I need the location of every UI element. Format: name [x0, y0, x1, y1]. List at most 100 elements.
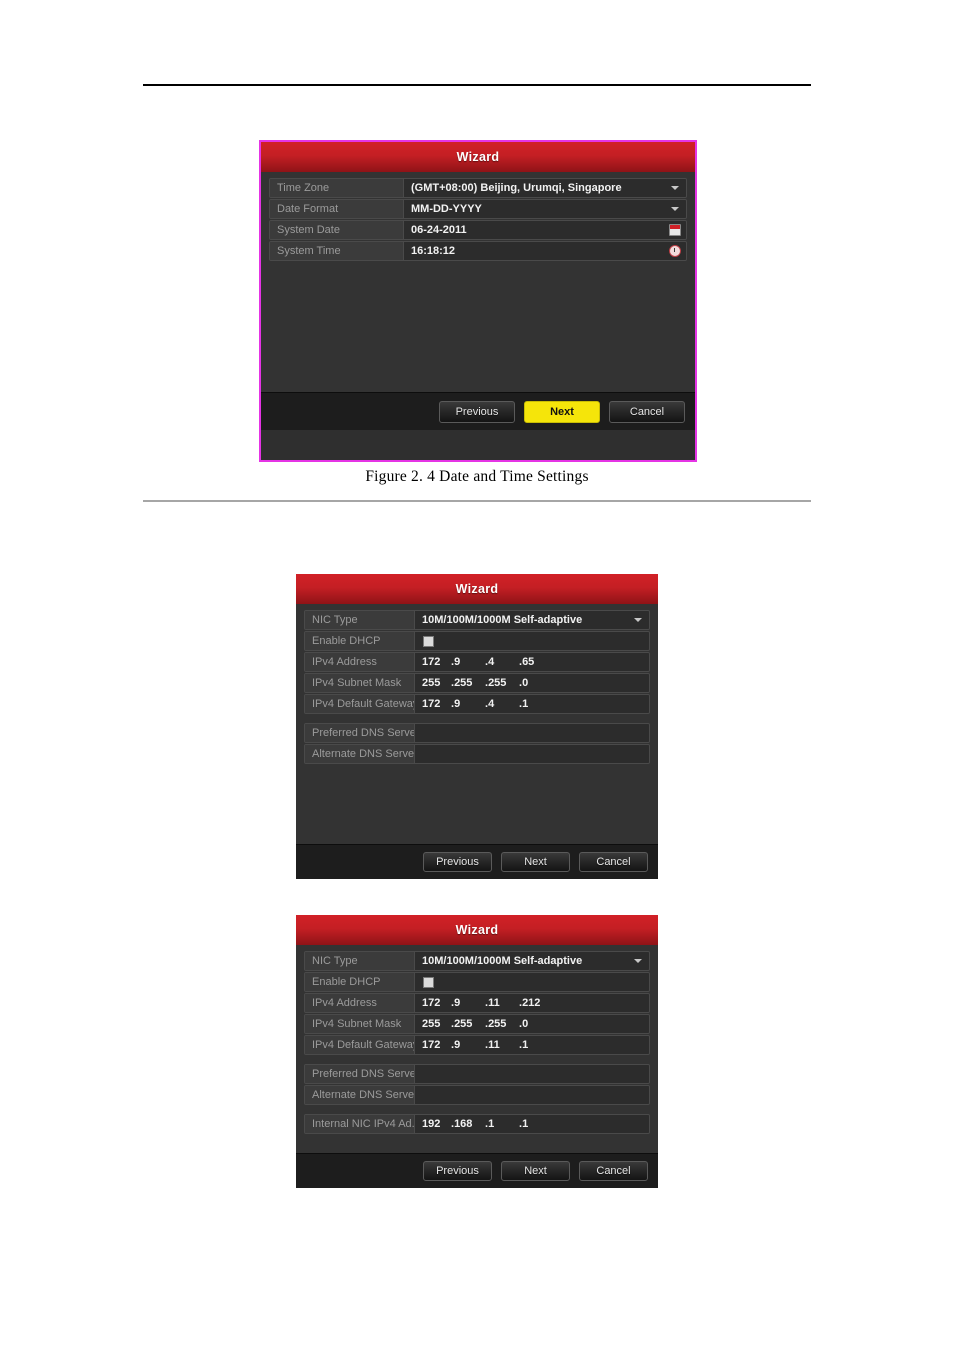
row-enable-dhcp: Enable DHCP [304, 972, 650, 992]
wizard-title-text: Wizard [455, 582, 499, 596]
field-preferred-dns[interactable] [415, 1065, 649, 1083]
value-time-zone: (GMT+08:00) Beijing, Urumqi, Singapore [411, 182, 622, 194]
previous-button[interactable]: Previous [439, 400, 515, 423]
clock-icon[interactable] [669, 245, 681, 257]
label-time-zone: Time Zone [270, 179, 404, 197]
next-button[interactable]: Next [501, 1161, 570, 1181]
label-ipv4-address: IPv4 Address [305, 653, 415, 671]
next-button[interactable]: Next [501, 852, 570, 872]
ipv4-subnet-octet-1[interactable]: 255 [422, 677, 451, 689]
ipv4-subnet-octet-2[interactable]: .255 [451, 1018, 485, 1030]
ipv4-subnet-octet-1[interactable]: 255 [422, 1018, 451, 1030]
label-ipv4-address: IPv4 Address [305, 994, 415, 1012]
field-system-date[interactable]: 06-24-2011 [404, 221, 686, 239]
cancel-button[interactable]: Cancel [579, 852, 648, 872]
chevron-down-icon[interactable] [671, 186, 679, 190]
row-alternate-dns: Alternate DNS Server [304, 1085, 650, 1105]
label-date-format: Date Format [270, 200, 404, 218]
wizard-dialog-date-time: Wizard Time Zone (GMT+08:00) Beijing, Ur… [259, 140, 697, 462]
field-internal-nic-ipv4[interactable]: 192 .168 .1 .1 [415, 1115, 649, 1133]
ipv4-address-octet-4[interactable]: .65 [519, 656, 553, 668]
ipv4-gateway-octet-3[interactable]: .11 [485, 1039, 519, 1051]
chevron-down-icon[interactable] [671, 207, 679, 211]
label-preferred-dns: Preferred DNS Server [305, 1065, 415, 1083]
label-enable-dhcp: Enable DHCP [305, 632, 415, 650]
cancel-button[interactable]: Cancel [579, 1161, 648, 1181]
wizard-body: NIC Type 10M/100M/1000M Self-adaptive En… [296, 945, 658, 1153]
wizard-title-text: Wizard [455, 923, 499, 937]
previous-button[interactable]: Previous [423, 1161, 492, 1181]
cancel-button[interactable]: Cancel [609, 400, 685, 423]
ipv4-address-octet-3[interactable]: .11 [485, 997, 519, 1009]
internal-nic-octet-3[interactable]: .1 [485, 1118, 519, 1130]
internal-nic-octet-4[interactable]: .1 [519, 1118, 553, 1130]
field-ipv4-default-gateway[interactable]: 172 .9 .4 .1 [415, 695, 649, 713]
wizard-body: NIC Type 10M/100M/1000M Self-adaptive En… [296, 604, 658, 844]
value-nic-type: 10M/100M/1000M Self-adaptive [422, 614, 583, 626]
field-enable-dhcp[interactable] [415, 632, 649, 650]
ipv4-gateway-octet-4[interactable]: .1 [519, 1039, 553, 1051]
ipv4-address-octet-1[interactable]: 172 [422, 997, 451, 1009]
row-date-format: Date Format MM-DD-YYYY [269, 199, 687, 219]
field-system-time[interactable]: 16:18:12 [404, 242, 686, 260]
row-system-date: System Date 06-24-2011 [269, 220, 687, 240]
ipv4-subnet-octet-3[interactable]: .255 [485, 1018, 519, 1030]
previous-button[interactable]: Previous [423, 852, 492, 872]
field-date-format[interactable]: MM-DD-YYYY [404, 200, 686, 218]
wizard-footer: Previous Next Cancel [296, 1153, 658, 1188]
ipv4-gateway-octet-1[interactable]: 172 [422, 698, 451, 710]
label-alternate-dns: Alternate DNS Server [305, 745, 415, 763]
row-ipv4-address: IPv4 Address 172 .9 .4 .65 [304, 652, 650, 672]
ipv4-gateway-octet-4[interactable]: .1 [519, 698, 553, 710]
field-nic-type[interactable]: 10M/100M/1000M Self-adaptive [415, 611, 649, 629]
ipv4-subnet-octet-4[interactable]: .0 [519, 1018, 553, 1030]
label-nic-type: NIC Type [305, 611, 415, 629]
internal-nic-octet-2[interactable]: .168 [451, 1118, 485, 1130]
internal-nic-octet-1[interactable]: 192 [422, 1118, 451, 1130]
field-alternate-dns[interactable] [415, 745, 649, 763]
label-ipv4-subnet-mask: IPv4 Subnet Mask [305, 674, 415, 692]
calendar-icon[interactable] [669, 224, 681, 236]
row-ipv4-default-gateway: IPv4 Default Gateway 172 .9 .4 .1 [304, 694, 650, 714]
page-section-rule [143, 500, 811, 502]
field-ipv4-address[interactable]: 172 .9 .11 .212 [415, 994, 649, 1012]
wizard-title-bar: Wizard [261, 142, 695, 172]
ipv4-subnet-octet-4[interactable]: .0 [519, 677, 553, 689]
row-ipv4-subnet-mask: IPv4 Subnet Mask 255 .255 .255 .0 [304, 673, 650, 693]
label-system-time: System Time [270, 242, 404, 260]
ipv4-gateway-octet-2[interactable]: .9 [451, 1039, 485, 1051]
chevron-down-icon[interactable] [634, 959, 642, 963]
row-ipv4-address: IPv4 Address 172 .9 .11 .212 [304, 993, 650, 1013]
enable-dhcp-checkbox[interactable] [423, 635, 434, 647]
value-date-format: MM-DD-YYYY [411, 203, 482, 215]
ipv4-gateway-octet-2[interactable]: .9 [451, 698, 485, 710]
wizard-dialog-network-internal-nic: Wizard NIC Type 10M/100M/1000M Self-adap… [296, 915, 658, 1188]
field-enable-dhcp[interactable] [415, 973, 649, 991]
field-alternate-dns[interactable] [415, 1086, 649, 1104]
page-header-rule [143, 84, 811, 86]
next-button[interactable]: Next [524, 400, 600, 423]
field-nic-type[interactable]: 10M/100M/1000M Self-adaptive [415, 952, 649, 970]
label-enable-dhcp: Enable DHCP [305, 973, 415, 991]
ipv4-gateway-octet-1[interactable]: 172 [422, 1039, 451, 1051]
enable-dhcp-checkbox[interactable] [423, 976, 434, 988]
ipv4-gateway-octet-3[interactable]: .4 [485, 698, 519, 710]
chevron-down-icon[interactable] [634, 618, 642, 622]
ipv4-subnet-octet-3[interactable]: .255 [485, 677, 519, 689]
ipv4-subnet-octet-2[interactable]: .255 [451, 677, 485, 689]
ipv4-address-octet-3[interactable]: .4 [485, 656, 519, 668]
field-preferred-dns[interactable] [415, 724, 649, 742]
field-time-zone[interactable]: (GMT+08:00) Beijing, Urumqi, Singapore [404, 179, 686, 197]
ipv4-address-octet-2[interactable]: .9 [451, 997, 485, 1009]
ipv4-address-octet-2[interactable]: .9 [451, 656, 485, 668]
field-ipv4-subnet-mask[interactable]: 255 .255 .255 .0 [415, 674, 649, 692]
value-system-time: 16:18:12 [411, 245, 456, 257]
value-system-date: 06-24-2011 [411, 224, 467, 236]
wizard-body: Time Zone (GMT+08:00) Beijing, Urumqi, S… [261, 172, 695, 392]
field-ipv4-subnet-mask[interactable]: 255 .255 .255 .0 [415, 1015, 649, 1033]
field-ipv4-default-gateway[interactable]: 172 .9 .11 .1 [415, 1036, 649, 1054]
row-time-zone: Time Zone (GMT+08:00) Beijing, Urumqi, S… [269, 178, 687, 198]
field-ipv4-address[interactable]: 172 .9 .4 .65 [415, 653, 649, 671]
ipv4-address-octet-4[interactable]: .212 [519, 997, 553, 1009]
ipv4-address-octet-1[interactable]: 172 [422, 656, 451, 668]
